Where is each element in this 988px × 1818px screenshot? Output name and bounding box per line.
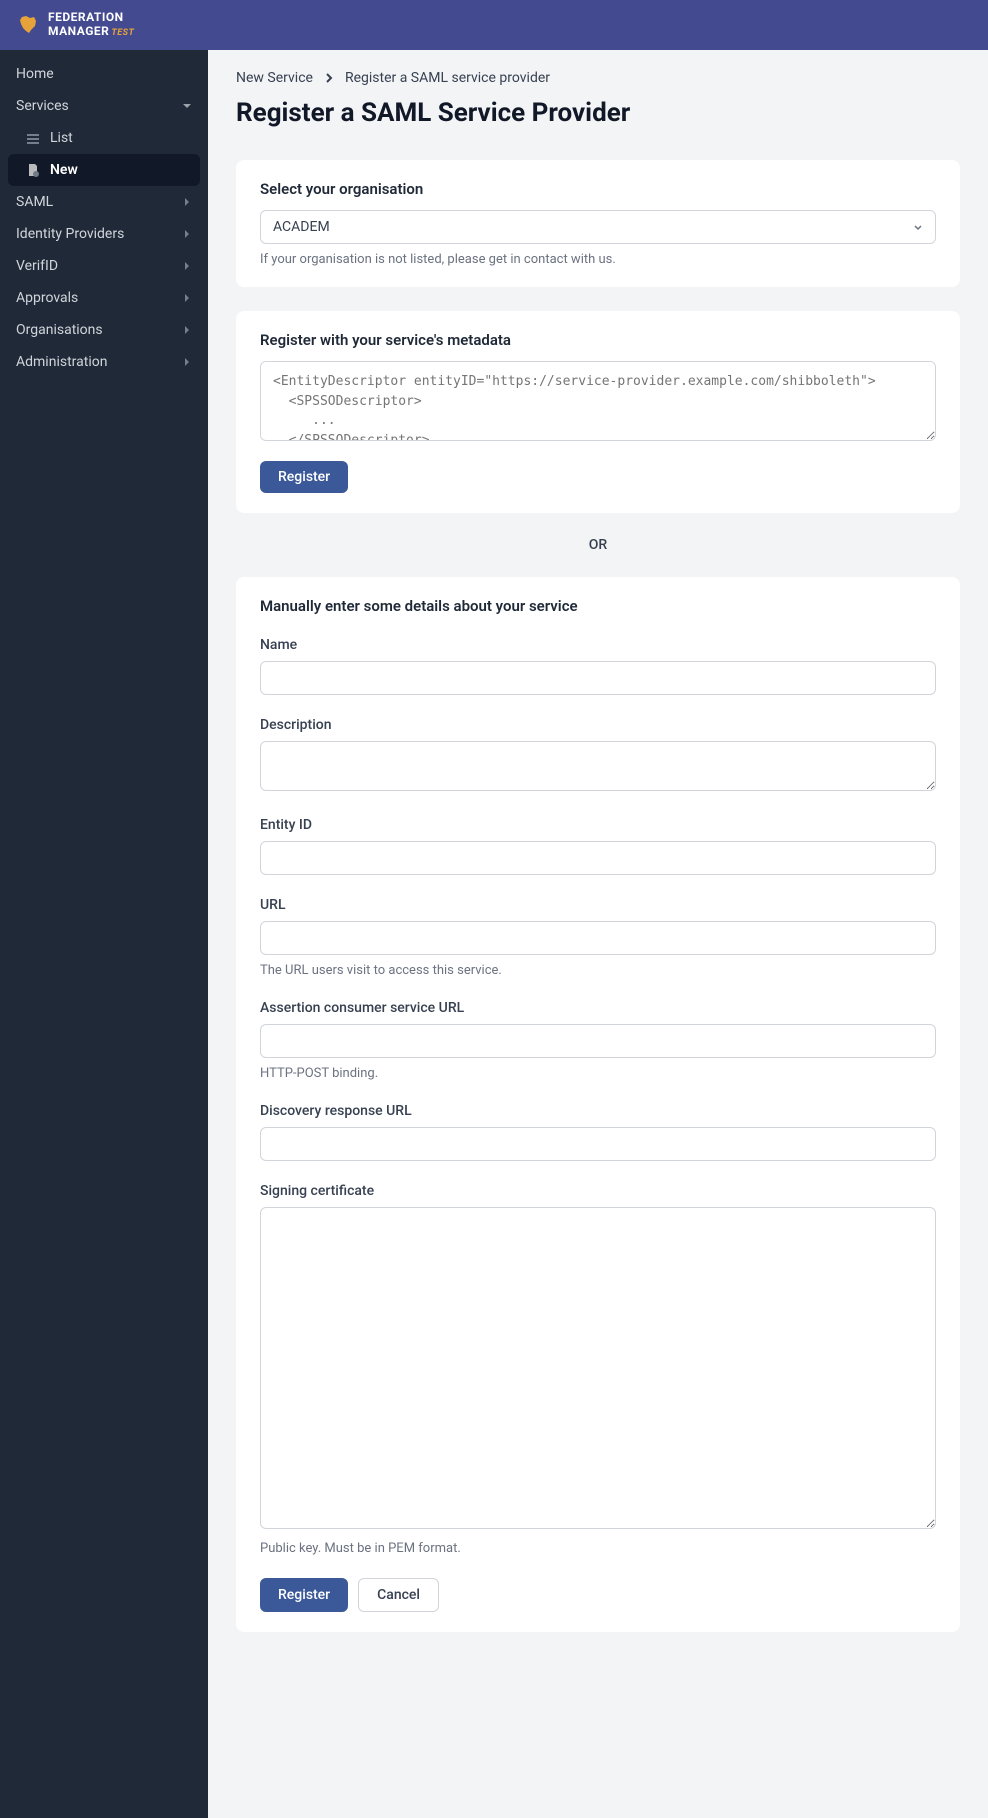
cert-help-text: Public key. Must be in PEM format. (260, 1541, 936, 1556)
org-card: Select your organisation If your organis… (236, 160, 960, 287)
sidebar-item-organisations[interactable]: Organisations (0, 314, 208, 346)
sidebar-item-approvals[interactable]: Approvals (0, 282, 208, 314)
chevron-right-icon (182, 197, 192, 207)
discovery-label: Discovery response URL (260, 1103, 936, 1119)
url-label: URL (260, 897, 936, 913)
entity-id-label: Entity ID (260, 817, 936, 833)
register-manual-button[interactable]: Register (260, 1578, 348, 1612)
breadcrumb-item-new-service[interactable]: New Service (236, 70, 313, 86)
chevron-right-icon (182, 229, 192, 239)
breadcrumb: New Service Register a SAML service prov… (236, 70, 960, 86)
logo[interactable]: FEDERATION MANAGERTEST (16, 11, 134, 38)
name-input[interactable] (260, 661, 936, 695)
metadata-textarea[interactable] (260, 361, 936, 441)
chevron-right-icon (182, 325, 192, 335)
new-file-icon (26, 163, 40, 177)
sidebar-item-identity-providers[interactable]: Identity Providers (0, 218, 208, 250)
chevron-right-icon (325, 72, 333, 84)
manual-section-title: Manually enter some details about your s… (260, 597, 936, 615)
main-content: New Service Register a SAML service prov… (208, 50, 988, 1818)
sidebar-item-saml[interactable]: SAML (0, 186, 208, 218)
description-textarea[interactable] (260, 741, 936, 791)
sidebar-subitem-new[interactable]: New (8, 154, 200, 186)
acs-help-text: HTTP-POST binding. (260, 1066, 936, 1081)
header: FEDERATION MANAGERTEST (0, 0, 988, 50)
org-section-title: Select your organisation (260, 180, 936, 198)
metadata-card: Register with your service's metadata Re… (236, 311, 960, 513)
description-label: Description (260, 717, 936, 733)
acs-input[interactable] (260, 1024, 936, 1058)
logo-text: FEDERATION MANAGERTEST (48, 11, 134, 38)
australia-logo-icon (16, 13, 40, 37)
sidebar-item-services[interactable]: Services (0, 90, 208, 122)
org-help-text: If your organisation is not listed, plea… (260, 252, 936, 267)
cert-label: Signing certificate (260, 1183, 936, 1199)
chevron-right-icon (182, 293, 192, 303)
list-icon (26, 131, 40, 145)
cancel-button[interactable]: Cancel (358, 1578, 439, 1612)
or-divider: OR (236, 537, 960, 553)
cert-textarea[interactable] (260, 1207, 936, 1529)
sidebar: Home Services List New SAML Identity Pro… (0, 50, 208, 1818)
manual-card: Manually enter some details about your s… (236, 577, 960, 1632)
page-title: Register a SAML Service Provider (236, 98, 960, 128)
register-metadata-button[interactable]: Register (260, 461, 348, 493)
acs-label: Assertion consumer service URL (260, 1000, 936, 1016)
url-input[interactable] (260, 921, 936, 955)
chevron-right-icon (182, 357, 192, 367)
sidebar-item-administration[interactable]: Administration (0, 346, 208, 378)
name-label: Name (260, 637, 936, 653)
discovery-input[interactable] (260, 1127, 936, 1161)
entity-id-input[interactable] (260, 841, 936, 875)
sidebar-subitem-list[interactable]: List (0, 122, 208, 154)
breadcrumb-item-register: Register a SAML service provider (345, 70, 550, 86)
url-help-text: The URL users visit to access this servi… (260, 963, 936, 978)
chevron-right-icon (182, 261, 192, 271)
metadata-section-title: Register with your service's metadata (260, 331, 936, 349)
sidebar-item-home[interactable]: Home (0, 58, 208, 90)
sidebar-item-verifid[interactable]: VerifID (0, 250, 208, 282)
chevron-down-icon (182, 101, 192, 111)
organisation-select[interactable] (260, 210, 936, 244)
